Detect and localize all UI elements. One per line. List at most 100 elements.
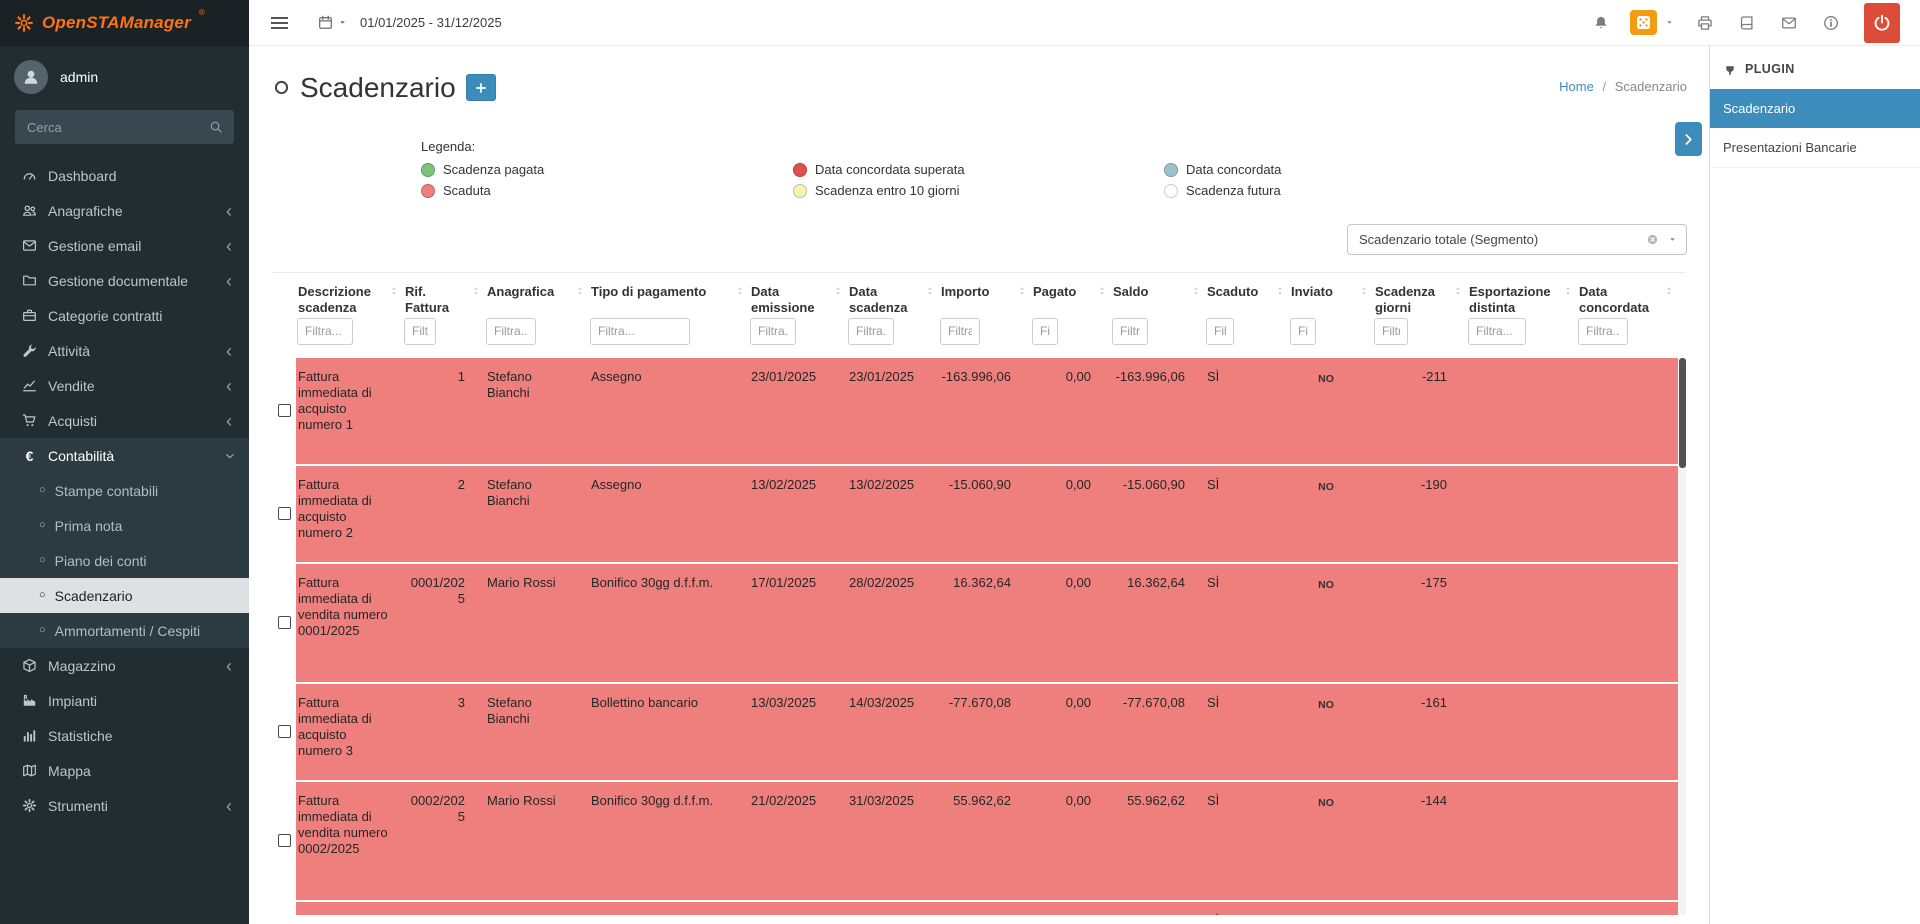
sort-icon	[471, 285, 481, 297]
filter-input-scadenza-giorni[interactable]	[1374, 318, 1408, 345]
column-header-esportazione-distinta[interactable]: Esportazione distinta	[1467, 282, 1577, 318]
table-scrollbar[interactable]	[1679, 358, 1686, 915]
legend-label: Data concordata superata	[815, 162, 965, 177]
sidebar-item-attivita[interactable]: Attività‹	[0, 333, 249, 368]
column-header-label: Saldo	[1113, 284, 1148, 299]
sort-icon	[1017, 285, 1027, 297]
table-row-6[interactable]: Fattura immediata di acquisto numero 44S…	[272, 902, 1678, 915]
cell-descrizione-scadenza: Fattura immediata di vendita numero 0001…	[296, 564, 403, 682]
filter-input-inviato[interactable]	[1290, 318, 1316, 345]
sidebar-subitem-piano-dei-conti[interactable]: ○Piano dei conti	[0, 543, 249, 578]
app-logo[interactable]: OpenSTAManager ®	[0, 0, 249, 46]
column-header-tipo-di-pagamento[interactable]: Tipo di pagamento	[589, 282, 749, 318]
sidebar-subitem-scadenzario[interactable]: ○Scadenzario	[0, 578, 249, 613]
cell-pagato: 0,00	[1031, 564, 1111, 682]
row-checkbox[interactable]	[278, 725, 291, 738]
breadcrumb-home-link[interactable]: Home	[1559, 79, 1594, 94]
sidebar-item-dashboard[interactable]: Dashboard	[0, 158, 249, 193]
sidebar-item-gestione-documentale[interactable]: Gestione documentale‹	[0, 263, 249, 298]
column-header-anagrafica[interactable]: Anagrafica	[485, 282, 589, 318]
sidebar-subitem-stampe-contabili[interactable]: ○Stampe contabili	[0, 473, 249, 508]
column-header-data-emissione[interactable]: Data emissione	[749, 282, 847, 318]
sidebar-item-vendite[interactable]: Vendite‹	[0, 368, 249, 403]
filter-input-saldo[interactable]	[1112, 318, 1148, 345]
row-checkbox[interactable]	[278, 404, 291, 417]
briefcase-icon	[18, 308, 41, 323]
column-header-data-concordata[interactable]: Data concordata	[1577, 282, 1678, 318]
add-record-button[interactable]	[466, 74, 496, 101]
cell-anagrafica: Stefano Bianchi	[485, 358, 589, 464]
sidebar-item-acquisti[interactable]: Acquisti‹	[0, 403, 249, 438]
filter-input-anagrafica[interactable]	[486, 318, 536, 345]
sidebar-item-gestione-email[interactable]: Gestione email‹	[0, 228, 249, 263]
sidebar-item-mappa[interactable]: Mappa	[0, 753, 249, 788]
cell-pagato: 0,00	[1031, 466, 1111, 562]
sidebar-subitem-ammortamenti-cespiti[interactable]: ○Ammortamenti / Cespiti	[0, 613, 249, 648]
filter-input-pagato[interactable]	[1032, 318, 1058, 345]
random-button[interactable]	[1630, 10, 1657, 35]
daterange-picker[interactable]: 01/01/2025 - 31/12/2025	[318, 15, 502, 30]
plugin-item-scadenzario[interactable]: Scadenzario	[1710, 89, 1920, 128]
plugin-item-presentazioni-bancarie[interactable]: Presentazioni Bancarie	[1710, 128, 1920, 168]
table-row-3[interactable]: Fattura immediata di vendita numero 0001…	[272, 564, 1678, 682]
row-select-cell	[272, 358, 296, 464]
main-content: Scadenzario Home / Scadenzario Legenda: …	[249, 46, 1709, 924]
sidebar-toggle-button[interactable]	[271, 17, 288, 29]
cell-rif-fattura: 3	[403, 684, 485, 780]
column-header-scadenza-giorni[interactable]: Scadenza giorni	[1373, 282, 1467, 318]
filter-input-esportazione-distinta[interactable]	[1468, 318, 1526, 345]
sidebar-item-impianti[interactable]: Impianti	[0, 683, 249, 718]
row-checkbox[interactable]	[278, 834, 291, 847]
legend-dot	[421, 163, 435, 177]
email-button[interactable]	[1768, 15, 1810, 31]
filter-input-tipo-di-pagamento[interactable]	[590, 318, 690, 345]
table-row-4[interactable]: Fattura immediata di acquisto numero 33S…	[272, 684, 1678, 780]
filter-input-descrizione-scadenza[interactable]	[297, 318, 353, 345]
row-select-cell	[272, 564, 296, 682]
chevron-down-icon: ‹	[220, 451, 238, 461]
search-button[interactable]	[198, 110, 234, 144]
filter-input-rif-fattura[interactable]	[404, 318, 436, 345]
sidebar-item-statistiche[interactable]: Statistiche	[0, 718, 249, 753]
column-header-data-scadenza[interactable]: Data scadenza	[847, 282, 939, 318]
row-checkbox[interactable]	[278, 616, 291, 629]
notifications-button[interactable]	[1580, 15, 1622, 31]
filter-input-importo[interactable]	[940, 318, 980, 345]
column-header-scaduto[interactable]: Scaduto	[1205, 282, 1289, 318]
column-header-saldo[interactable]: Saldo	[1111, 282, 1205, 318]
user-menu-caret[interactable]	[1659, 18, 1684, 27]
column-header-importo[interactable]: Importo	[939, 282, 1031, 318]
column-header-inviato[interactable]: Inviato	[1289, 282, 1373, 318]
legend-dot	[1164, 184, 1178, 198]
column-header-descrizione-scadenza[interactable]: Descrizione scadenza	[296, 282, 403, 318]
logout-button[interactable]	[1864, 3, 1900, 43]
clear-selection-icon[interactable]	[1646, 233, 1659, 246]
caret-down-icon	[1665, 18, 1674, 27]
table-row-2[interactable]: Fattura immediata di acquisto numero 22S…	[272, 466, 1678, 562]
scrollbar-thumb[interactable]	[1679, 358, 1686, 468]
sidebar-item-label: Dashboard	[48, 168, 234, 184]
table-row-1[interactable]: Fattura immediata di acquisto numero 11S…	[272, 358, 1678, 464]
plugin-panel-toggle-button[interactable]	[1675, 122, 1702, 156]
sidebar-item-contabilita[interactable]: €Contabilità‹	[0, 438, 249, 473]
cell-data-concordata	[1577, 358, 1678, 464]
print-button[interactable]	[1684, 15, 1726, 31]
column-header-rif-fattura[interactable]: Rif. Fattura	[403, 282, 485, 318]
sidebar-item-strumenti[interactable]: Strumenti‹	[0, 788, 249, 823]
segment-select[interactable]: Scadenzario totale (Segmento)	[1347, 224, 1687, 255]
row-checkbox[interactable]	[278, 507, 291, 520]
filter-input-data-emissione[interactable]	[750, 318, 796, 345]
filter-input-data-concordata[interactable]	[1578, 318, 1628, 345]
column-header-pagato[interactable]: Pagato	[1031, 282, 1111, 318]
sidebar-item-anagrafiche[interactable]: Anagrafiche‹	[0, 193, 249, 228]
table-row-5[interactable]: Fattura immediata di vendita numero 0002…	[272, 782, 1678, 900]
search-input[interactable]	[15, 110, 198, 144]
sidebar-item-magazzino[interactable]: Magazzino‹	[0, 648, 249, 683]
filter-input-data-scadenza[interactable]	[848, 318, 894, 345]
docs-button[interactable]	[1726, 15, 1768, 31]
sidebar-item-categorie-contratti[interactable]: Categorie contratti	[0, 298, 249, 333]
sidebar-subitem-prima-nota[interactable]: ○Prima nota	[0, 508, 249, 543]
filter-input-scaduto[interactable]	[1206, 318, 1234, 345]
info-button[interactable]	[1810, 15, 1852, 31]
cell-anagrafica: Mario Rossi	[485, 564, 589, 682]
